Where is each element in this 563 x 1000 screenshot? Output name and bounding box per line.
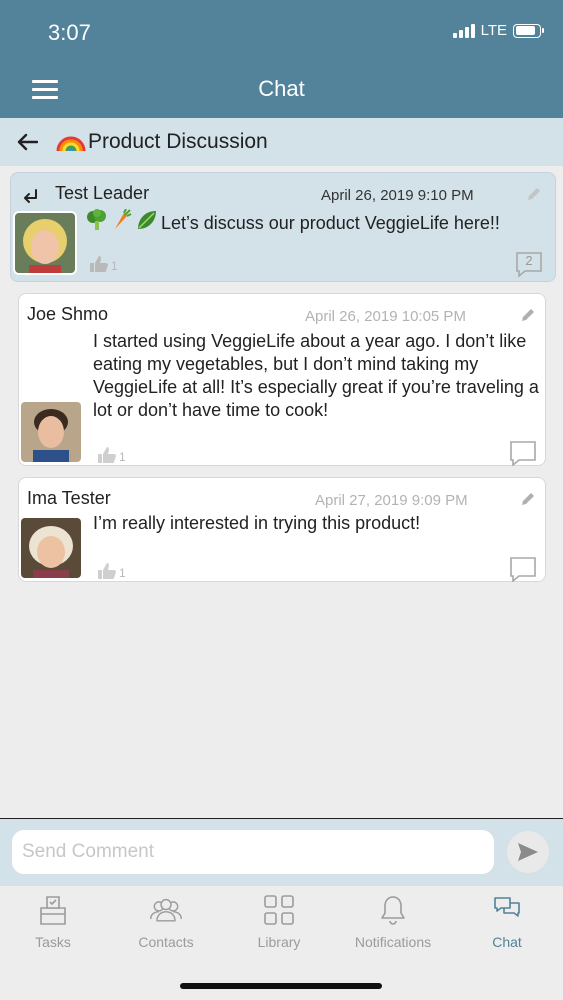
like-button[interactable]: 1 bbox=[97, 446, 126, 464]
post-timestamp: April 26, 2019 10:05 PM bbox=[305, 308, 466, 325]
comment-bubble-icon bbox=[510, 441, 536, 467]
thumbs-up-icon bbox=[98, 447, 116, 463]
carrot-emoji-icon bbox=[111, 208, 133, 237]
post-author: Joe Shmo bbox=[27, 304, 109, 324]
network-type: LTE bbox=[480, 22, 507, 39]
post-author: Test Leader bbox=[55, 183, 150, 203]
tab-chat[interactable]: Chat bbox=[452, 892, 562, 962]
like-button[interactable]: 1 bbox=[89, 255, 118, 273]
tab-label: Contacts bbox=[138, 934, 194, 950]
status-icons: LTE bbox=[452, 22, 544, 39]
tab-library[interactable]: Library bbox=[224, 892, 334, 962]
room-title-text: Product Discussion bbox=[88, 130, 268, 153]
send-comment-input[interactable] bbox=[12, 830, 494, 874]
send-arrow-icon bbox=[518, 843, 538, 861]
tasks-icon bbox=[35, 892, 71, 928]
library-icon bbox=[261, 892, 297, 928]
post-body-text: Let’s discuss our product VeggieLife her… bbox=[161, 212, 500, 233]
pencil-edit-icon[interactable] bbox=[519, 306, 537, 324]
pencil-edit-icon[interactable] bbox=[519, 490, 537, 508]
tab-label: Tasks bbox=[35, 934, 71, 950]
chat-room-header: Product Discussion bbox=[0, 118, 563, 166]
post-card: Ima Tester April 27, 2019 9:09 PM I’m re… bbox=[18, 477, 546, 583]
comment-bubble-icon bbox=[510, 557, 536, 583]
leafy-greens-emoji-icon bbox=[135, 209, 159, 237]
send-button[interactable] bbox=[507, 831, 549, 873]
battery-icon bbox=[513, 23, 544, 38]
thumbs-up-icon bbox=[90, 256, 108, 272]
comment-composer bbox=[0, 818, 563, 886]
avatar bbox=[19, 400, 83, 464]
tab-label: Notifications bbox=[354, 934, 432, 950]
chat-icon bbox=[489, 892, 525, 928]
thumbs-up-icon bbox=[98, 563, 116, 579]
tab-tasks[interactable]: Tasks bbox=[0, 892, 108, 962]
reply-arrow-icon bbox=[21, 187, 39, 211]
like-count: 1 bbox=[111, 259, 118, 273]
app-header: 3:07 LTE Chat bbox=[0, 0, 563, 118]
comment-button[interactable] bbox=[509, 556, 537, 583]
home-indicator bbox=[180, 983, 382, 989]
comment-count: 2 bbox=[525, 253, 533, 268]
post-card: Joe Shmo April 26, 2019 10:05 PM I start… bbox=[18, 293, 546, 467]
comment-button[interactable] bbox=[509, 440, 537, 467]
back-arrow-button[interactable] bbox=[14, 129, 40, 155]
broccoli-emoji-icon bbox=[85, 209, 109, 237]
comment-button[interactable]: 2 bbox=[515, 251, 543, 278]
post-timestamp: April 27, 2019 9:09 PM bbox=[315, 492, 468, 509]
message-feed[interactable]: Test Leader April 26, 2019 9:10 PM Let’s… bbox=[0, 166, 563, 818]
post-body: I’m really interested in trying this pro… bbox=[93, 513, 421, 533]
like-count: 1 bbox=[119, 450, 126, 464]
post-card: Test Leader April 26, 2019 9:10 PM Let’s… bbox=[10, 172, 556, 282]
back-arrow-icon bbox=[17, 133, 38, 151]
pencil-edit-icon[interactable] bbox=[525, 185, 543, 203]
post-body: I started using VeggieLife about a year … bbox=[93, 331, 539, 420]
like-count: 1 bbox=[119, 566, 126, 580]
avatar bbox=[13, 211, 77, 275]
contacts-icon bbox=[148, 892, 184, 928]
tab-notifications[interactable]: Notifications bbox=[338, 892, 448, 962]
rainbow-emoji-icon bbox=[56, 136, 86, 152]
bell-icon bbox=[375, 892, 411, 928]
page-title: Chat bbox=[258, 76, 305, 101]
post-timestamp: April 26, 2019 9:10 PM bbox=[321, 187, 474, 204]
tab-label: Chat bbox=[492, 934, 522, 950]
post-body: Let’s discuss our product VeggieLife her… bbox=[85, 208, 555, 237]
room-title: Product Discussion bbox=[56, 130, 268, 154]
avatar bbox=[19, 516, 83, 580]
tab-contacts[interactable]: Contacts bbox=[111, 892, 221, 962]
tab-label: Library bbox=[257, 934, 301, 950]
like-button[interactable]: 1 bbox=[97, 562, 126, 580]
signal-icon bbox=[452, 23, 475, 38]
status-time: 3:07 bbox=[48, 20, 91, 45]
post-author: Ima Tester bbox=[27, 488, 111, 508]
